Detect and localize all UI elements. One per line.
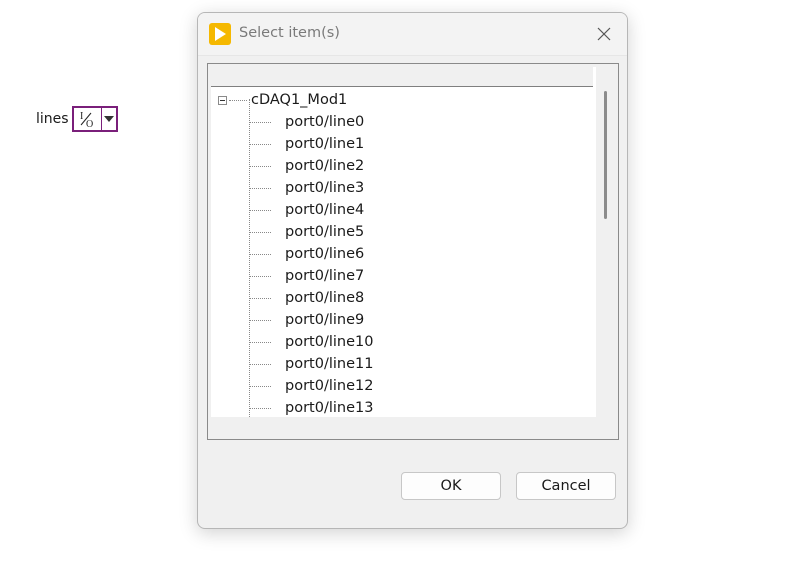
tree-item[interactable]: port0/line6 (249, 243, 373, 265)
lines-label: lines (36, 111, 69, 127)
tree-root-node[interactable]: cDAQ1_Mod1 (218, 89, 347, 111)
tree-item[interactable]: port0/line12 (249, 375, 373, 397)
vertical-scrollbar[interactable] (597, 67, 615, 417)
cancel-button[interactable]: Cancel (516, 472, 616, 500)
tree-children: port0/line0 port0/line1 port0/line2 port… (249, 111, 373, 417)
tree-item[interactable]: port0/line10 (249, 331, 373, 353)
title-bar: Select item(s) (198, 13, 627, 56)
dropdown-arrow-icon[interactable] (100, 108, 116, 130)
io-name-control[interactable]: I O (71, 106, 118, 132)
tree-item[interactable]: port0/line5 (249, 221, 373, 243)
tree-root-label: cDAQ1_Mod1 (251, 92, 348, 108)
tree-item[interactable]: port0/line9 (249, 309, 373, 331)
select-items-dialog: Select item(s) cDAQ1_Mod1 port0/line0 po… (197, 12, 628, 529)
tree-item[interactable]: port0/line2 (249, 155, 373, 177)
tree-header (211, 67, 593, 87)
tree-item[interactable]: port0/line1 (249, 133, 373, 155)
svg-text:O: O (86, 119, 93, 128)
scrollbar-thumb[interactable] (604, 91, 607, 219)
collapse-icon[interactable] (218, 95, 227, 105)
tree-item[interactable]: port0/line4 (249, 199, 373, 221)
tree-item[interactable]: port0/line13 (249, 397, 373, 417)
tree-item[interactable]: port0/line11 (249, 353, 373, 375)
item-tree[interactable]: cDAQ1_Mod1 port0/line0 port0/line1 port0… (211, 67, 596, 417)
tree-item[interactable]: port0/line8 (249, 287, 373, 309)
io-name-icon: I O (74, 108, 101, 130)
labview-run-icon (209, 23, 231, 45)
close-icon (597, 27, 611, 41)
lines-control: lines I O (36, 105, 118, 133)
close-button[interactable] (585, 17, 623, 51)
tree-item[interactable]: port0/line3 (249, 177, 373, 199)
tree-item[interactable]: port0/line7 (249, 265, 373, 287)
svg-text:I: I (80, 111, 83, 122)
ok-button[interactable]: OK (401, 472, 501, 500)
dialog-title: Select item(s) (239, 25, 340, 41)
tree-frame: cDAQ1_Mod1 port0/line0 port0/line1 port0… (207, 63, 619, 440)
tree-item[interactable]: port0/line0 (249, 111, 373, 133)
